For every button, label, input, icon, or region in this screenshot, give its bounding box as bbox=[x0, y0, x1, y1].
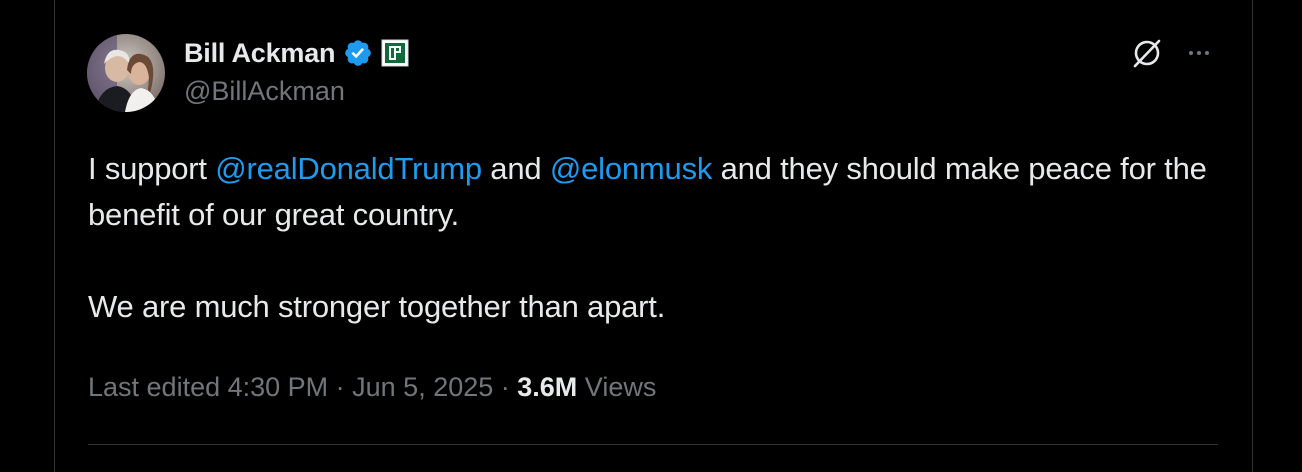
grok-icon[interactable] bbox=[1130, 36, 1164, 70]
tweet-paragraph-1: I support @realDonaldTrump and @elonmusk… bbox=[88, 146, 1208, 238]
tweet-text-segment: I support bbox=[88, 151, 216, 186]
divider bbox=[88, 444, 1218, 445]
tweet-paragraph-2: We are much stronger together than apart… bbox=[88, 289, 666, 324]
author-avatar[interactable] bbox=[87, 34, 165, 112]
tweet-text-segment: and bbox=[481, 151, 550, 186]
tweet-text: I support @realDonaldTrump and @elonmusk… bbox=[88, 146, 1208, 330]
author-display-name[interactable]: Bill Ackman bbox=[184, 38, 336, 69]
mention-elonmusk[interactable]: @elonmusk bbox=[550, 151, 713, 186]
more-options-icon[interactable] bbox=[1182, 36, 1216, 70]
avatar-photo bbox=[87, 34, 165, 112]
views-label: Views bbox=[577, 372, 657, 402]
tweet-meta-row: Last edited 4:30 PM · Jun 5, 2025 · 3.6M… bbox=[88, 372, 656, 403]
edited-timestamp[interactable]: Last edited 4:30 PM · Jun 5, 2025 · bbox=[88, 372, 517, 402]
author-handle[interactable]: @BillAckman bbox=[184, 76, 345, 107]
author-name-row: Bill Ackman bbox=[184, 36, 409, 70]
pershing-square-badge-icon[interactable] bbox=[381, 39, 409, 67]
views-count[interactable]: 3.6M bbox=[517, 372, 577, 402]
verified-badge-icon[interactable] bbox=[343, 38, 373, 68]
mention-realdonaldtrump[interactable]: @realDonaldTrump bbox=[215, 151, 482, 186]
